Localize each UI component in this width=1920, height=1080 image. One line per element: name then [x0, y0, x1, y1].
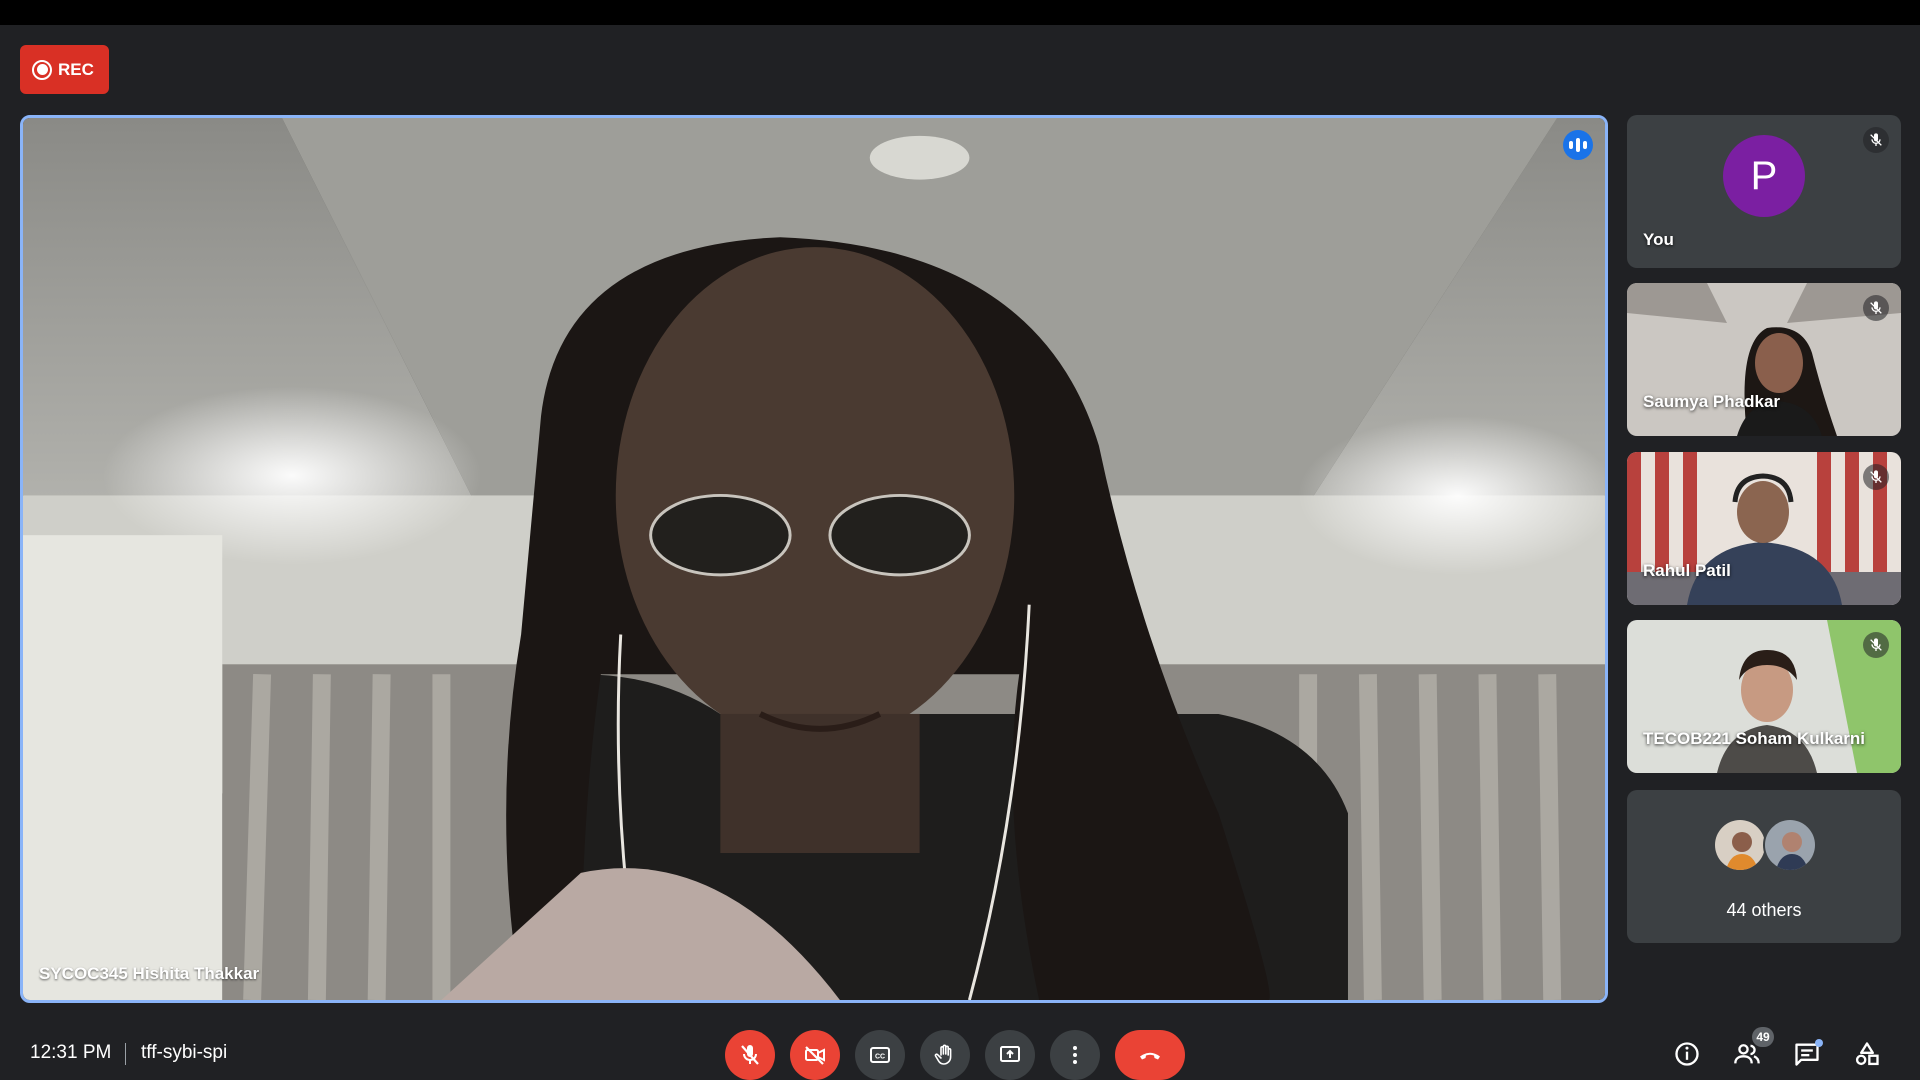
- mic-toggle-button[interactable]: [725, 1030, 775, 1080]
- main-video-tile[interactable]: SYCOC345 Hishita Thakkar: [20, 115, 1608, 1003]
- meeting-code: tff-sybi-spi: [141, 1042, 228, 1063]
- tile-others[interactable]: 44 others: [1627, 790, 1901, 943]
- captions-button[interactable]: CC: [855, 1030, 905, 1080]
- record-icon: [32, 59, 52, 80]
- avatar: [1713, 818, 1767, 872]
- more-options-button[interactable]: [1050, 1030, 1100, 1080]
- raise-hand-button[interactable]: [920, 1030, 970, 1080]
- mic-muted-icon: [1863, 464, 1889, 490]
- tile-name: Rahul Patil: [1643, 561, 1731, 580]
- hand-icon: [934, 1044, 952, 1065]
- divider: [125, 1043, 126, 1065]
- present-screen-button[interactable]: [985, 1030, 1035, 1080]
- more-vert-icon: [1073, 1046, 1077, 1064]
- avatar: [1763, 818, 1817, 872]
- hang-up-icon: [1140, 1052, 1160, 1060]
- avatar: P: [1723, 135, 1805, 217]
- tile-name: Saumya Phadkar: [1643, 392, 1781, 411]
- mic-muted-icon: [1863, 295, 1889, 321]
- main-participant-name: SYCOC345 Hishita Thakkar: [39, 964, 260, 983]
- participant-video-thumbnail: [1627, 283, 1901, 436]
- main-video-feed: [23, 118, 1605, 1000]
- svg-text:CC: CC: [875, 1054, 885, 1061]
- bottom-toolbar: 12:31 PM tff-sybi-spi CC 49: [0, 1015, 1920, 1080]
- tile-name: You: [1643, 230, 1674, 249]
- people-button[interactable]: 49: [1730, 1027, 1774, 1071]
- mic-muted-icon: [1863, 127, 1889, 153]
- meeting-details-button[interactable]: [1670, 1037, 1704, 1071]
- camera-off-icon: [805, 1046, 825, 1065]
- others-count-label: 44 others: [1726, 900, 1802, 920]
- activities-icon: [1855, 1042, 1879, 1066]
- tile-participant[interactable]: Saumya Phadkar: [1627, 283, 1901, 436]
- participant-video-thumbnail: [1627, 620, 1901, 773]
- meeting-time: 12:31 PM: [30, 1042, 112, 1063]
- activities-button[interactable]: [1850, 1037, 1884, 1071]
- top-black-bar: [0, 0, 1920, 25]
- present-icon: [1000, 1046, 1020, 1062]
- tile-self[interactable]: P You: [1627, 115, 1901, 268]
- tile-participant[interactable]: Rahul Patil: [1627, 452, 1901, 605]
- speaking-indicator-icon: [1563, 130, 1593, 160]
- leave-call-button[interactable]: [1115, 1030, 1185, 1080]
- mic-off-icon: [741, 1045, 759, 1065]
- tile-participant[interactable]: TECOB221 Soham Kulkarni: [1627, 620, 1901, 773]
- mic-muted-icon: [1863, 632, 1889, 658]
- people-count-badge: 49: [1752, 1027, 1774, 1047]
- captions-icon: CC: [870, 1047, 890, 1063]
- chat-button[interactable]: [1790, 1037, 1824, 1071]
- info-icon: [1675, 1042, 1699, 1066]
- tile-name: TECOB221 Soham Kulkarni: [1643, 729, 1866, 748]
- recording-indicator[interactable]: REC: [20, 45, 109, 94]
- camera-toggle-button[interactable]: [790, 1030, 840, 1080]
- recording-label: REC: [58, 59, 94, 79]
- participant-video-thumbnail: [1627, 452, 1901, 605]
- others-avatars: [1713, 818, 1817, 872]
- unread-dot: [1815, 1039, 1823, 1047]
